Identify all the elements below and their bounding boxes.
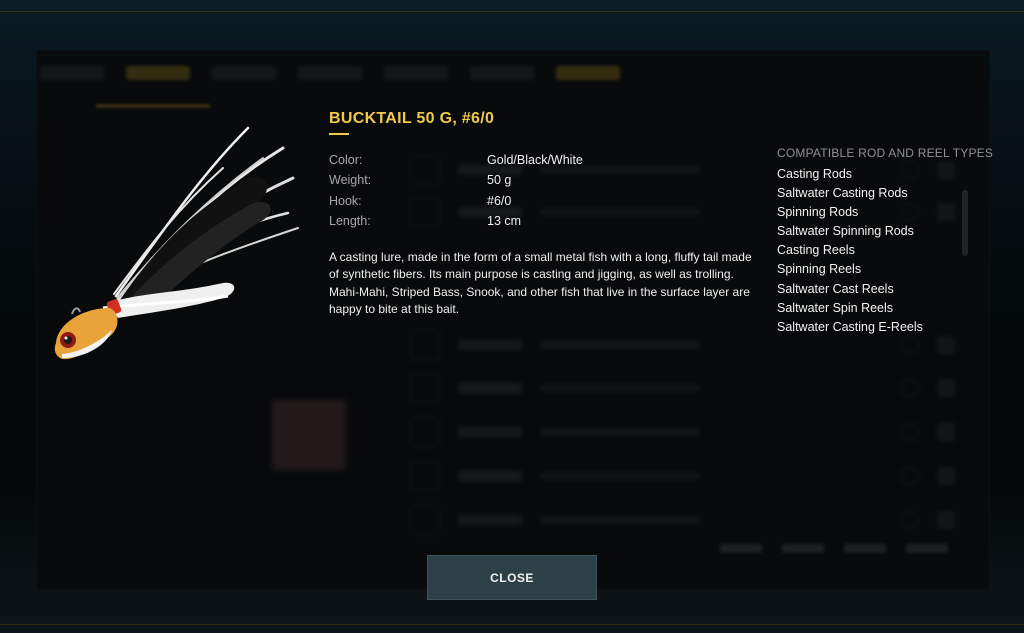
spec-label: Weight:: [329, 173, 372, 188]
spec-weight: Weight: 50 g: [329, 170, 649, 190]
item-title: BUCKTAIL 50 G, #6/0: [329, 110, 495, 127]
spec-value: 13 cm: [487, 214, 522, 229]
compatible-type-item: Saltwater Cast Reels: [777, 281, 894, 296]
compatible-types-heading: COMPATIBLE ROD AND REEL TYPES: [777, 146, 994, 160]
compatible-type-item: Casting Reels: [777, 243, 855, 258]
compatible-type-item: Saltwater Casting E-Reels: [777, 319, 923, 334]
title-underline: [329, 133, 349, 135]
spec-hook: Hook: #6/0: [329, 191, 649, 211]
bucktail-lure-image: [54, 126, 299, 360]
spec-value: Gold/Black/White: [487, 153, 583, 168]
compatible-type-item: Saltwater Spin Reels: [777, 300, 894, 315]
compatible-type-item: Casting Rods: [777, 167, 853, 181]
spec-value: #6/0: [487, 193, 512, 208]
spec-label: Length:: [329, 214, 371, 229]
close-button[interactable]: CLOSE: [427, 555, 597, 600]
item-info-dialog: BUCKTAIL 50 G, #6/0 Color: Gold/Black/Wh…: [0, 0, 1024, 633]
spec-length: Length: 13 cm: [329, 211, 649, 231]
spec-label: Hook:: [329, 193, 362, 208]
compatible-types-list: COMPATIBLE ROD AND REEL TYPES Casting Ro…: [777, 146, 1007, 337]
spec-label: Color:: [329, 153, 363, 168]
item-description: A casting lure, made in the form of a sm…: [329, 250, 752, 316]
compatible-type-item: Spinning Rods: [777, 205, 859, 220]
spec-value: 50 g: [487, 173, 512, 188]
compatible-type-item: Saltwater Spinning Rods: [777, 224, 914, 239]
compatible-type-item: Saltwater Casting Rods: [777, 186, 908, 201]
compatible-type-item: Spinning Reels: [777, 262, 862, 277]
item-specs: Color: Gold/Black/White Weight: 50 g Hoo…: [329, 150, 649, 231]
spec-color: Color: Gold/Black/White: [329, 150, 649, 170]
